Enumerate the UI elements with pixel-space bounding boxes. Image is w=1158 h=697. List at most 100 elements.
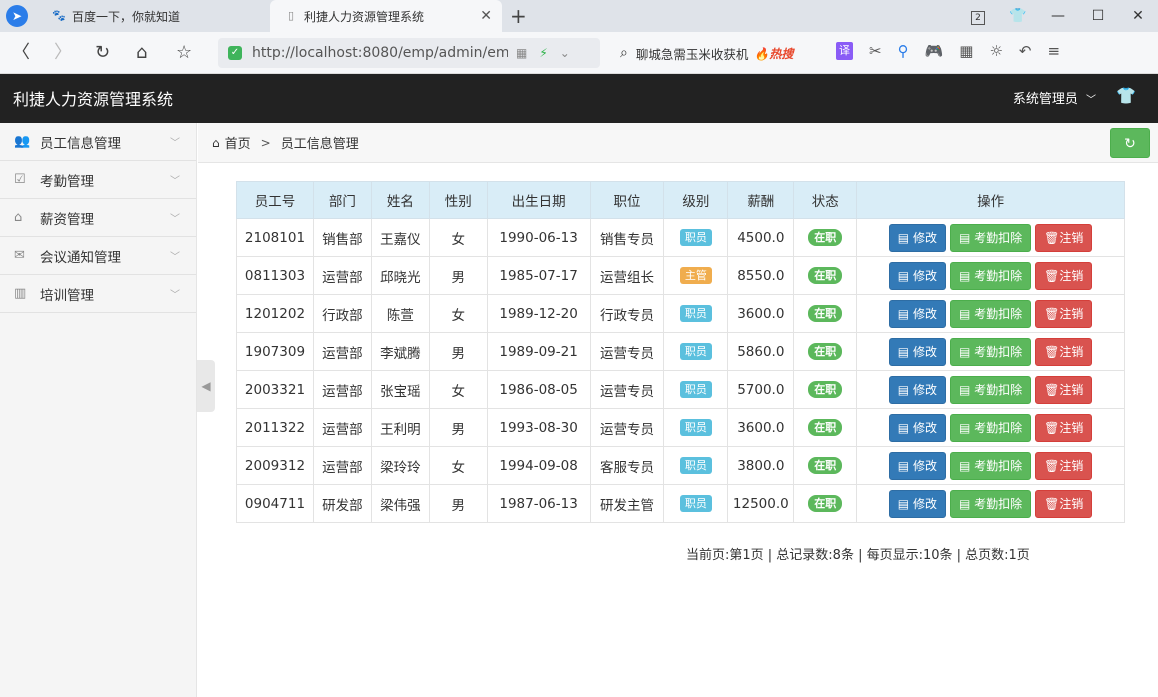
deactivate-button[interactable]: 🗑注销 bbox=[1035, 299, 1093, 328]
level-badge: 职员 bbox=[679, 229, 712, 246]
trash-icon: 🗑 bbox=[1044, 268, 1060, 283]
scissors-icon[interactable]: ✂ bbox=[869, 42, 882, 60]
find-icon[interactable]: ⚲ bbox=[898, 42, 909, 60]
status-badge: 在职 bbox=[808, 457, 843, 474]
attendance-deduct-button[interactable]: ▤ 考勤扣除 bbox=[949, 337, 1032, 366]
sidebar-collapse-toggle[interactable]: ◀ bbox=[197, 360, 215, 412]
attendance-deduct-button[interactable]: ▤ 考勤扣除 bbox=[949, 489, 1032, 518]
breadcrumb-home-link[interactable]: 首页 bbox=[225, 133, 251, 152]
search-box[interactable]: ⌕ 聊城急需玉米收获机 🔥热搜 bbox=[620, 38, 820, 68]
deactivate-button[interactable]: 🗑注销 bbox=[1035, 337, 1093, 366]
chevron-down-icon: ﹀ bbox=[170, 252, 180, 263]
brightness-icon[interactable]: ☼ bbox=[989, 42, 1002, 60]
menu-icon[interactable]: ≡ bbox=[1047, 42, 1060, 60]
attendance-deduct-button[interactable]: ▤ 考勤扣除 bbox=[949, 223, 1032, 252]
favorite-star-icon[interactable]: ☆ bbox=[176, 42, 192, 64]
attendance-deduct-button[interactable]: ▤ 考勤扣除 bbox=[949, 299, 1032, 328]
attendance-deduct-button[interactable]: ▤ 考勤扣除 bbox=[949, 261, 1032, 290]
forward-icon[interactable]: 〉 bbox=[54, 42, 72, 64]
edit-button[interactable]: ▤ 修改 bbox=[888, 375, 946, 404]
window-count-icon[interactable]: 2 bbox=[958, 8, 998, 25]
level-badge: 职员 bbox=[679, 305, 712, 322]
sidebar-item-employee[interactable]: 👥 员工信息管理 ﹀ bbox=[0, 123, 196, 161]
dropdown-chevron-icon[interactable]: ⌄ bbox=[560, 46, 570, 60]
column-header: 操作 bbox=[856, 181, 1125, 219]
secure-shield-icon: ✓ bbox=[228, 46, 242, 60]
salary-cell: 3600.0 bbox=[727, 408, 795, 447]
deactivate-button[interactable]: 🗑注销 bbox=[1035, 375, 1093, 404]
gender-cell: 女 bbox=[428, 294, 488, 333]
close-tab-icon[interactable]: ✕ bbox=[480, 8, 492, 24]
browser-tab-bar: ➤ 🐾 百度一下，你就知道 ▯ 利捷人力资源管理系统 ✕ + 2 👕 — ☐ ✕ bbox=[0, 0, 1158, 32]
maximize-icon[interactable]: ☐ bbox=[1078, 8, 1118, 24]
level-cell: 职员 bbox=[663, 370, 729, 409]
edit-button[interactable]: ▤ 修改 bbox=[888, 451, 946, 480]
deactivate-button[interactable]: 🗑注销 bbox=[1035, 223, 1093, 252]
pagination-info: 当前页:第1页 | 总记录数:8条 | 每页显示:10条 | 总页数:1页 bbox=[686, 548, 1030, 563]
department-cell: 行政部 bbox=[312, 294, 372, 333]
status-badge: 在职 bbox=[808, 495, 843, 512]
tab-baidu[interactable]: 🐾 百度一下，你就知道 bbox=[44, 0, 270, 32]
edit-button[interactable]: ▤ 修改 bbox=[888, 299, 946, 328]
employee-id-cell: 2003321 bbox=[236, 370, 314, 409]
employee-id-cell: 1907309 bbox=[236, 332, 314, 371]
birth-date-cell: 1990-06-13 bbox=[486, 218, 591, 257]
apps-grid-icon[interactable]: ▦ bbox=[959, 42, 973, 60]
column-header: 状态 bbox=[793, 181, 858, 219]
sidebar-item-meeting[interactable]: ✉ 会议通知管理 ﹀ bbox=[0, 237, 196, 275]
back-icon[interactable]: 〈 bbox=[12, 42, 30, 64]
theme-shirt-icon[interactable]: 👕 bbox=[1116, 86, 1136, 105]
birth-date-cell: 1989-09-21 bbox=[486, 332, 591, 371]
level-cell: 职员 bbox=[663, 332, 729, 371]
deactivate-button[interactable]: 🗑注销 bbox=[1035, 451, 1093, 480]
sidebar-item-attendance[interactable]: ☑ 考勤管理 ﹀ bbox=[0, 161, 196, 199]
url-text[interactable]: http://localhost:8080/emp/admin/emp bbox=[252, 45, 508, 61]
trash-icon: 🗑 bbox=[1044, 306, 1060, 321]
admin-dropdown[interactable]: 系统管理员 ﹀ bbox=[1013, 88, 1096, 107]
edit-button[interactable]: ▤ 修改 bbox=[888, 489, 946, 518]
status-cell: 在职 bbox=[793, 218, 858, 257]
position-cell: 客服专员 bbox=[589, 446, 665, 485]
skin-icon[interactable]: 👕 bbox=[998, 8, 1038, 24]
sidebar-item-salary[interactable]: ⌂ 薪资管理 ﹀ bbox=[0, 199, 196, 237]
gender-cell: 女 bbox=[428, 218, 488, 257]
edit-button[interactable]: ▤ 修改 bbox=[888, 337, 946, 366]
refresh-button[interactable]: ↻ bbox=[1110, 128, 1150, 158]
deactivate-button[interactable]: 🗑注销 bbox=[1035, 261, 1093, 290]
name-cell: 王嘉仪 bbox=[370, 218, 430, 257]
actions-cell: ▤ 修改 ▤ 考勤扣除 🗑注销 bbox=[856, 218, 1125, 257]
edit-button[interactable]: ▤ 修改 bbox=[888, 261, 946, 290]
close-window-icon[interactable]: ✕ bbox=[1118, 8, 1158, 24]
edit-button[interactable]: ▤ 修改 bbox=[888, 223, 946, 252]
salary-cell: 3600.0 bbox=[727, 294, 795, 333]
address-bar[interactable]: ✓ http://localhost:8080/emp/admin/emp ▦ … bbox=[218, 38, 600, 68]
trash-icon: 🗑 bbox=[1044, 382, 1060, 397]
edit-icon: ▤ bbox=[897, 382, 913, 397]
sidebar-item-label: 会议通知管理 bbox=[40, 249, 121, 266]
tab-title: 利捷人力资源管理系统 bbox=[304, 9, 425, 24]
minimize-icon[interactable]: — bbox=[1038, 8, 1078, 24]
browser-logo-icon[interactable]: ➤ bbox=[6, 5, 28, 27]
status-badge: 在职 bbox=[808, 229, 843, 246]
status-cell: 在职 bbox=[793, 294, 858, 333]
translate-icon[interactable]: 译 bbox=[836, 42, 853, 60]
attendance-deduct-button[interactable]: ▤ 考勤扣除 bbox=[949, 413, 1032, 442]
home-page-icon[interactable]: ⌂ bbox=[136, 42, 147, 64]
undo-icon[interactable]: ↶ bbox=[1019, 42, 1032, 60]
lightning-icon[interactable]: ⚡ bbox=[539, 46, 547, 60]
qr-code-icon[interactable]: ▦ bbox=[516, 46, 527, 60]
attendance-deduct-button[interactable]: ▤ 考勤扣除 bbox=[949, 451, 1032, 480]
deactivate-button[interactable]: 🗑注销 bbox=[1035, 489, 1093, 518]
tab-hr-system[interactable]: ▯ 利捷人力资源管理系统 ✕ bbox=[270, 0, 502, 32]
deactivate-button[interactable]: 🗑注销 bbox=[1035, 413, 1093, 442]
gender-cell: 男 bbox=[428, 332, 488, 371]
search-suggestion[interactable]: 聊城急需玉米收获机 bbox=[636, 44, 749, 63]
game-controller-icon[interactable]: 🎮 bbox=[925, 42, 944, 60]
edit-icon: ▤ bbox=[958, 496, 975, 511]
new-tab-icon[interactable]: + bbox=[510, 4, 527, 28]
reload-icon[interactable]: ↻ bbox=[95, 42, 110, 64]
attendance-deduct-button[interactable]: ▤ 考勤扣除 bbox=[949, 375, 1032, 404]
sidebar-item-training[interactable]: ▥ 培训管理 ﹀ bbox=[0, 275, 196, 313]
edit-button[interactable]: ▤ 修改 bbox=[888, 413, 946, 442]
name-cell: 李斌腾 bbox=[370, 332, 430, 371]
